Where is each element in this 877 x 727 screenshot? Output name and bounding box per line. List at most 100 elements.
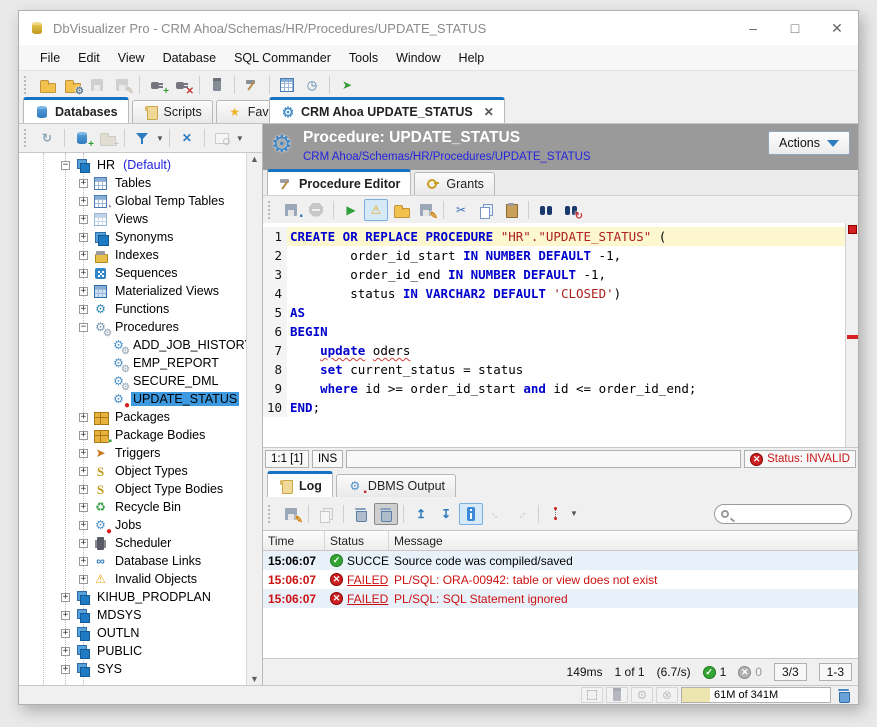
save-procedure-button[interactable]: ▪ — [279, 199, 303, 221]
expand-expander-icon[interactable]: + — [79, 251, 88, 260]
expand-expander-icon[interactable]: + — [79, 215, 88, 224]
expand-expander-icon[interactable]: + — [61, 665, 70, 674]
tree-item-global-temp-tables[interactable]: +◔Global Temp Tables — [19, 192, 246, 210]
split-view-dropdown-icon[interactable]: ▼ — [570, 509, 578, 518]
code-line-6[interactable]: 6BEGIN — [263, 322, 858, 341]
tree-item-outln[interactable]: +OUTLN — [19, 624, 246, 642]
code-line-4[interactable]: 4 status IN VARCHAR2 DEFAULT 'CLOSED') — [263, 284, 858, 303]
expand-expander-icon[interactable]: + — [79, 305, 88, 314]
tree-item-jobs[interactable]: +⚙●Jobs — [19, 516, 246, 534]
tree-item-scheduler[interactable]: +Scheduler — [19, 534, 246, 552]
export-log-button[interactable]: ✎ — [279, 503, 303, 525]
garbage-collect-button[interactable] — [834, 684, 854, 706]
toolbar-grip[interactable] — [24, 129, 31, 147]
cut-button[interactable]: ✂ — [449, 199, 473, 221]
filter-button[interactable] — [130, 127, 154, 149]
tree-item-sys[interactable]: +SYS — [19, 660, 246, 678]
clear-log-button[interactable] — [349, 503, 373, 525]
error-marker-strip[interactable] — [845, 223, 858, 447]
expand-expander-icon[interactable]: + — [79, 503, 88, 512]
code-line-8[interactable]: 8 set current_status = status — [263, 360, 858, 379]
tree-item-functions[interactable]: +⚙Functions — [19, 300, 246, 318]
expand-expander-icon[interactable]: + — [79, 557, 88, 566]
tree-item-tables[interactable]: +Tables — [19, 174, 246, 192]
expand-expander-icon[interactable]: + — [61, 611, 70, 620]
code-line-7[interactable]: 7 update oders — [263, 341, 858, 360]
copy-button[interactable] — [474, 199, 498, 221]
code-line-3[interactable]: 3 order_id_end IN NUMBER DEFAULT -1, — [263, 265, 858, 284]
menu-tools[interactable]: Tools — [340, 48, 387, 68]
menu-edit[interactable]: Edit — [69, 48, 109, 68]
execute-button[interactable]: ▶ — [339, 199, 363, 221]
expand-expander-icon[interactable]: + — [79, 197, 88, 206]
expand-expander-icon[interactable]: + — [79, 287, 88, 296]
folder-settings-button[interactable]: ⚙ — [60, 74, 84, 96]
tail-log-button[interactable] — [459, 503, 483, 525]
connect-button[interactable]: + — [145, 74, 169, 96]
tools-button[interactable] — [240, 74, 264, 96]
code-line-1[interactable]: 1CREATE OR REPLACE PROCEDURE "HR"."UPDAT… — [263, 227, 858, 246]
tree-item-emp-report[interactable]: ⚙⚙EMP_REPORT — [19, 354, 246, 372]
tree-item-recycle-bin[interactable]: +♻Recycle Bin — [19, 498, 246, 516]
error-overview-marker[interactable] — [848, 225, 857, 234]
menu-help[interactable]: Help — [450, 48, 494, 68]
tab-grants[interactable]: Grants — [414, 172, 495, 195]
expand-expander-icon[interactable]: + — [61, 629, 70, 638]
expand-expander-icon[interactable]: + — [79, 539, 88, 548]
log-row[interactable]: 15:06:07✓SUCCESSSource code was compiled… — [263, 551, 858, 570]
tab-procedure-editor[interactable]: Procedure Editor — [267, 169, 411, 195]
load-button[interactable] — [389, 199, 413, 221]
tree-item-invalid-objects[interactable]: +⚠Invalid Objects — [19, 570, 246, 588]
tab-dbms-output[interactable]: ⚙▪DBMS Output — [336, 474, 456, 497]
error-line-marker[interactable] — [847, 335, 858, 339]
preview-dropdown-icon[interactable]: ▼ — [236, 134, 244, 143]
log-filter-input[interactable] — [733, 508, 845, 520]
tree-item-packages[interactable]: +Packages — [19, 408, 246, 426]
disconnect-button[interactable]: ✕ — [170, 74, 194, 96]
tab-scripts[interactable]: Scripts — [132, 100, 213, 123]
add-connection-button[interactable]: + — [70, 127, 94, 149]
find-replace-button[interactable]: ↻ — [559, 199, 583, 221]
expand-expander-icon[interactable]: + — [79, 449, 88, 458]
find-button[interactable] — [534, 199, 558, 221]
menu-window[interactable]: Window — [387, 48, 449, 68]
column-header-time[interactable]: Time — [263, 531, 325, 550]
expand-expander-icon[interactable]: + — [79, 467, 88, 476]
filter-dropdown-icon[interactable]: ▼ — [156, 134, 164, 143]
scroll-up-icon[interactable]: ▲ — [250, 154, 259, 164]
expand-expander-icon[interactable]: + — [61, 647, 70, 656]
grid-button[interactable] — [275, 74, 299, 96]
close-tab-icon[interactable]: ✕ — [484, 105, 494, 119]
export-button[interactable]: ✎ — [414, 199, 438, 221]
scroll-bottom-button[interactable]: ↧ — [434, 503, 458, 525]
tree-item-materialized-views[interactable]: +Materialized Views — [19, 282, 246, 300]
memory-indicator[interactable]: 61M of 341M — [681, 687, 831, 703]
expand-expander-icon[interactable]: + — [79, 179, 88, 188]
split-view-button[interactable] — [544, 503, 568, 525]
close-button[interactable]: ✕ — [816, 11, 858, 45]
scroll-down-icon[interactable]: ▼ — [250, 674, 259, 684]
column-header-message[interactable]: Message — [389, 531, 858, 550]
collapse-all-button[interactable]: ✕ — [175, 127, 199, 149]
menu-database[interactable]: Database — [154, 48, 226, 68]
tree-item-sequences[interactable]: +Sequences — [19, 264, 246, 282]
expand-expander-icon[interactable]: + — [79, 413, 88, 422]
tab-databases[interactable]: Databases — [23, 97, 129, 123]
run-cursor-button[interactable]: ➤ — [335, 74, 359, 96]
menu-view[interactable]: View — [109, 48, 154, 68]
tree-item-kihub-prodplan[interactable]: +KIHUB_PRODPLAN — [19, 588, 246, 606]
clear-on-execute-button[interactable] — [374, 503, 398, 525]
tree-item-indexes[interactable]: +Indexes — [19, 246, 246, 264]
tree-item-hr[interactable]: −HR(Default) — [19, 156, 246, 174]
expand-expander-icon[interactable]: + — [79, 575, 88, 584]
paste-button[interactable] — [499, 199, 523, 221]
sql-editor[interactable]: 1CREATE OR REPLACE PROCEDURE "HR"."UPDAT… — [263, 223, 858, 448]
expand-expander-icon[interactable]: + — [79, 431, 88, 440]
menu-sql-commander[interactable]: SQL Commander — [225, 48, 340, 68]
collapse-expander-icon[interactable]: − — [61, 161, 70, 170]
expand-expander-icon[interactable]: + — [79, 485, 88, 494]
code-line-2[interactable]: 2 order_id_start IN NUMBER DEFAULT -1, — [263, 246, 858, 265]
tree-item-synonyms[interactable]: +Synonyms — [19, 228, 246, 246]
tree-item-package-bodies[interactable]: +▪Package Bodies — [19, 426, 246, 444]
tree-scrollbar[interactable]: ▲ ▼ — [246, 153, 262, 685]
